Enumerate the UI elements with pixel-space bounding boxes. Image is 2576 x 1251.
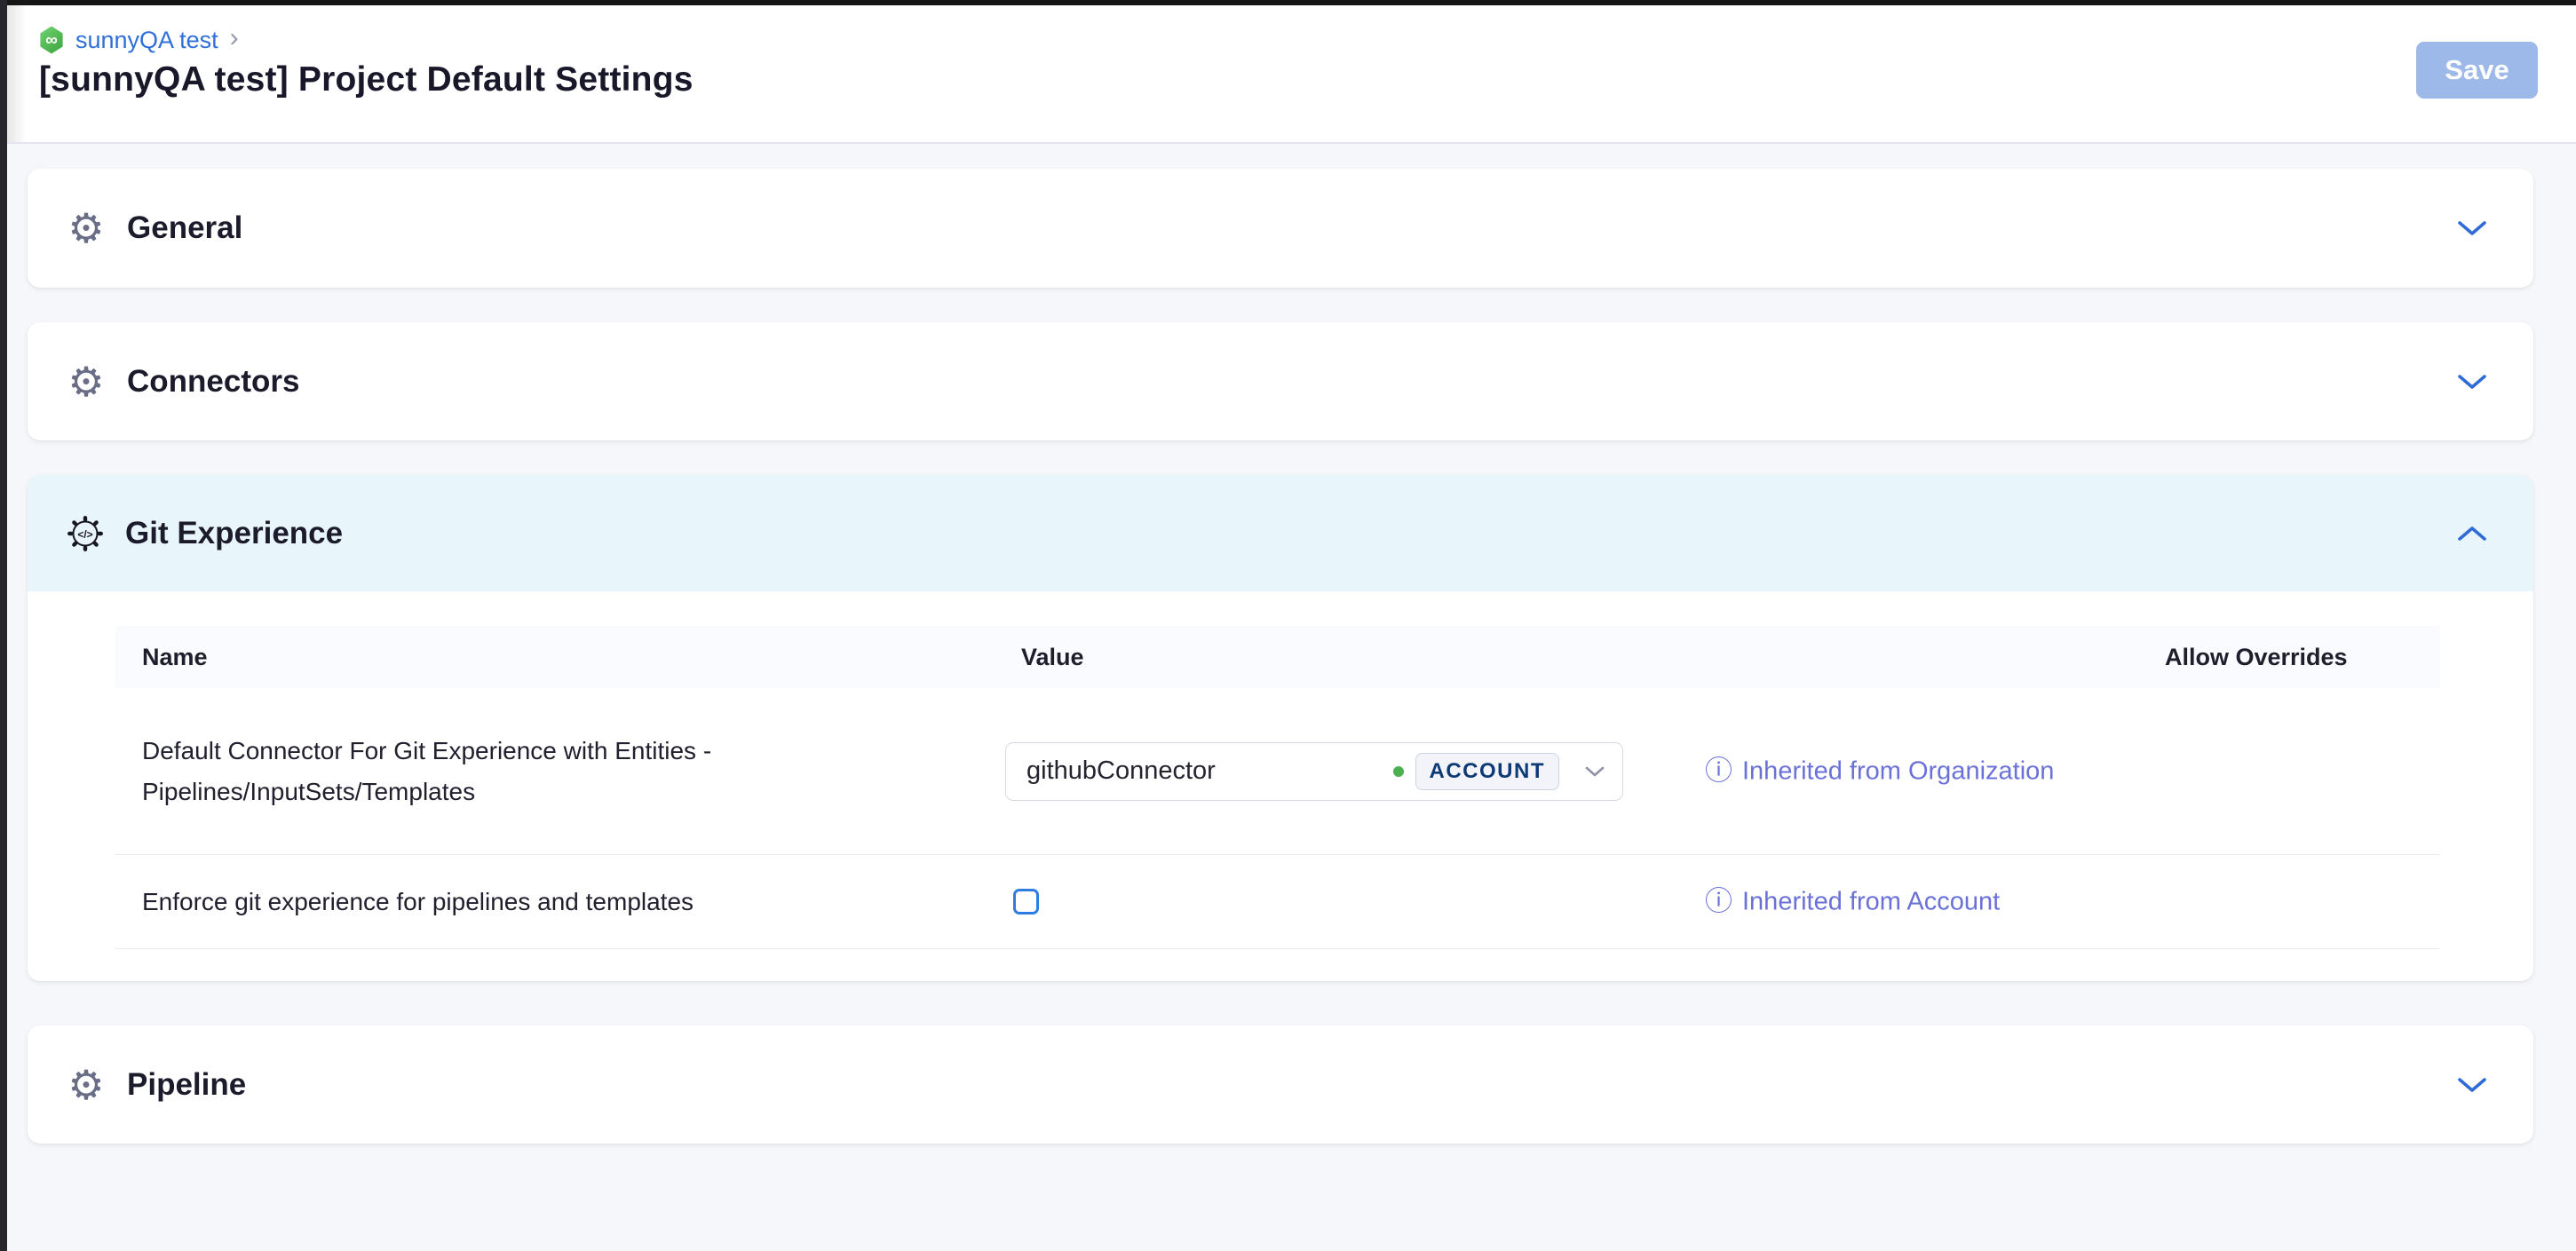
section-header-connectors[interactable]: ⚙ Connectors [28, 322, 2533, 440]
project-icon: ∞ [39, 27, 64, 54]
inherited-note: Inherited from Account [1742, 887, 2000, 916]
default-connector-select[interactable]: githubConnector ACCOUNT [1005, 742, 1623, 801]
chevron-down-icon[interactable] [2457, 1076, 2487, 1094]
gear-icon: ⚙ [67, 361, 106, 402]
section-title: Connectors [127, 364, 299, 400]
section-title: Pipeline [127, 1067, 246, 1103]
connector-status-dot [1393, 766, 1404, 777]
selected-connector-value: githubConnector [1026, 756, 1216, 786]
chevron-right-icon: › [230, 25, 239, 55]
save-button[interactable]: Save [2416, 42, 2538, 99]
inherited-note: Inherited from Organization [1742, 756, 2054, 786]
column-header-value: Value [1005, 644, 2156, 671]
chevron-down-icon[interactable] [1585, 765, 1605, 778]
section-header-general[interactable]: ⚙ General [28, 169, 2533, 288]
setting-name: Enforce git experience for pipelines and… [115, 882, 1005, 922]
chevron-down-icon[interactable] [2457, 219, 2487, 237]
gear-icon: ⚙ [67, 1065, 106, 1105]
info-icon[interactable]: ⓘ [1705, 888, 1732, 915]
enforce-git-experience-checkbox[interactable] [1013, 889, 1039, 914]
top-window-edge [0, 0, 2576, 5]
gear-code-icon: </> [67, 515, 104, 552]
info-icon[interactable]: ⓘ [1705, 757, 1732, 785]
inherited-from-account-link[interactable]: ⓘ Inherited from Account [1705, 887, 2000, 916]
chevron-up-icon[interactable] [2457, 525, 2487, 542]
breadcrumb: ∞ sunnyQA test › [39, 25, 239, 55]
section-card-general: ⚙ General [28, 169, 2533, 288]
column-header-allow-overrides: Allow Overrides [2156, 644, 2440, 671]
scope-badge: ACCOUNT [1415, 753, 1560, 790]
setting-name: Default Connector For Git Experience wit… [115, 731, 1005, 812]
section-card-connectors: ⚙ Connectors [28, 322, 2533, 440]
chevron-down-icon[interactable] [2457, 373, 2487, 391]
section-header-pipeline[interactable]: ⚙ Pipeline [28, 1025, 2533, 1144]
gear-icon: ⚙ [67, 208, 106, 249]
table-row: Enforce git experience for pipelines and… [115, 855, 2440, 949]
section-header-git-experience[interactable]: </> Git Experience [28, 475, 2533, 591]
table-header-row: Name Value Allow Overrides [115, 626, 2440, 688]
section-title: General [127, 210, 242, 246]
breadcrumb-project-link[interactable]: sunnyQA test [75, 27, 218, 54]
svg-text:</>: </> [77, 528, 92, 541]
column-header-name: Name [115, 644, 1005, 671]
section-card-git-experience: </> Git Experience Name Value Allow Over… [28, 475, 2533, 981]
section-title: Git Experience [125, 516, 343, 551]
left-panel-edge [0, 0, 7, 1251]
page-title: [sunnyQA test] Project Default Settings [39, 60, 694, 99]
section-card-pipeline: ⚙ Pipeline [28, 1025, 2533, 1144]
inherited-from-organization-link[interactable]: ⓘ Inherited from Organization [1705, 756, 2054, 786]
git-experience-settings-table: Name Value Allow Overrides Default Conne… [28, 626, 2533, 949]
table-row: Default Connector For Git Experience wit… [115, 688, 2440, 855]
page-header: ∞ sunnyQA test › [sunnyQA test] Project … [7, 5, 2576, 144]
